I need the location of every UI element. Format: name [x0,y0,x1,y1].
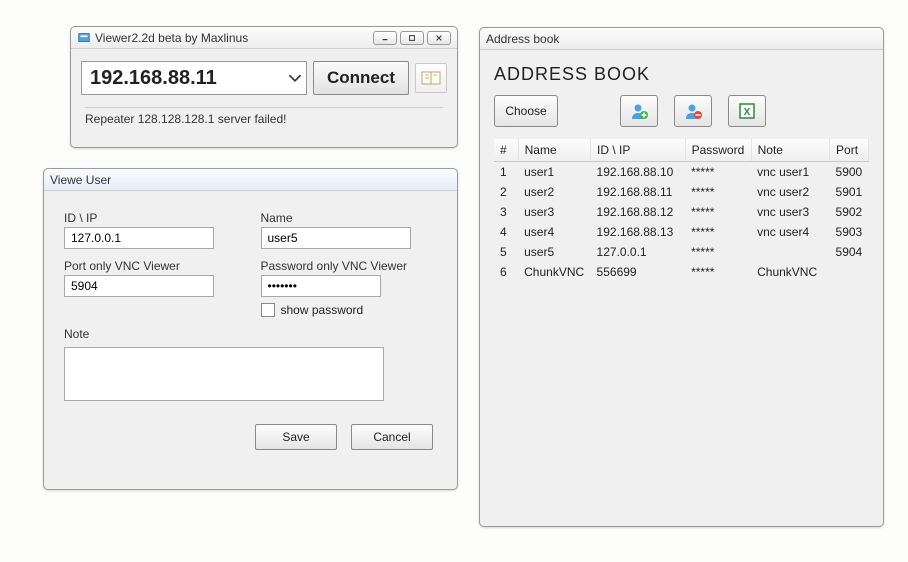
cell-name: user5 [518,242,590,262]
cell-port: 5900 [830,162,869,183]
close-button[interactable] [427,31,451,45]
address-book-heading: ADDRESS BOOK [494,64,869,85]
maximize-button[interactable] [400,31,424,45]
cell-note: vnc user4 [751,222,829,242]
cell-password: ***** [685,202,751,222]
col-header-port[interactable]: Port [830,139,869,162]
cell-name: user1 [518,162,590,183]
table-row[interactable]: 3user3192.168.88.12*****vnc user35902 [494,202,869,222]
table-row[interactable]: 4user4192.168.88.13*****vnc user45903 [494,222,869,242]
cell-n: 1 [494,162,518,183]
cell-name: user4 [518,222,590,242]
table-row[interactable]: 6ChunkVNC556699*****ChunkVNC [494,262,869,282]
remove-user-button[interactable] [674,95,712,127]
cell-password: ***** [685,222,751,242]
window-title: Viewe User [50,173,111,187]
svg-text:X: X [744,107,751,118]
viewer-main-window: Viewer2.2d beta by Maxlinus 192.168.88.1… [70,26,458,148]
edit-user-window: Viewe User ID \ IP Name Port only VNC Vi… [43,168,458,490]
add-user-button[interactable] [620,95,658,127]
cell-port: 5902 [830,202,869,222]
cell-idip: 127.0.0.1 [591,242,686,262]
cell-n: 2 [494,182,518,202]
cell-n: 5 [494,242,518,262]
choose-button[interactable]: Choose [494,95,558,127]
cell-password: ***** [685,182,751,202]
show-password-checkbox[interactable] [261,303,275,317]
cell-n: 3 [494,202,518,222]
cell-note: vnc user1 [751,162,829,183]
address-book-button[interactable] [415,63,447,93]
label-port: Port only VNC Viewer [64,259,241,273]
app-icon [77,31,91,45]
port-input[interactable] [64,275,214,297]
note-textarea[interactable] [64,347,384,401]
cell-port [830,262,869,282]
titlebar[interactable]: Viewe User [44,169,457,191]
table-row[interactable]: 2user2192.168.88.11*****vnc user25901 [494,182,869,202]
save-button[interactable]: Save [255,424,337,450]
cancel-button[interactable]: Cancel [351,424,433,450]
col-header-idip[interactable]: ID \ IP [591,139,686,162]
cell-port: 5901 [830,182,869,202]
label-name: Name [261,211,438,225]
address-value: 192.168.88.11 [90,67,217,90]
cell-idip: 192.168.88.11 [591,182,686,202]
cell-password: ***** [685,262,751,282]
col-header-note[interactable]: Note [751,139,829,162]
cell-name: ChunkVNC [518,262,590,282]
table-row[interactable]: 5user5127.0.0.1***** 5904 [494,242,869,262]
address-book-table: # Name ID \ IP Password Note Port 1user1… [494,139,869,282]
address-book-window: Address book ADDRESS BOOK Choose X # Nam… [479,27,884,527]
status-line: Repeater 128.128.128.1 server failed! [85,107,443,126]
col-header-password[interactable]: Password [685,139,751,162]
cell-name: user3 [518,202,590,222]
cell-note: ChunkVNC [751,262,829,282]
window-title: Viewer2.2d beta by Maxlinus [95,31,248,45]
cell-n: 6 [494,262,518,282]
cell-n: 4 [494,222,518,242]
label-show-password: show password [281,303,364,317]
table-row[interactable]: 1user1192.168.88.10*****vnc user15900 [494,162,869,183]
window-title: Address book [486,32,559,46]
label-password: Password only VNC Viewer [261,259,438,273]
chevron-down-icon[interactable] [288,69,302,87]
name-input[interactable] [261,227,411,249]
cell-port: 5903 [830,222,869,242]
titlebar[interactable]: Address book [480,28,883,50]
col-header-name[interactable]: Name [518,139,590,162]
label-id-ip: ID \ IP [64,211,241,225]
cell-port: 5904 [830,242,869,262]
cell-name: user2 [518,182,590,202]
cell-idip: 192.168.88.12 [591,202,686,222]
titlebar[interactable]: Viewer2.2d beta by Maxlinus [71,27,457,49]
cell-password: ***** [685,242,751,262]
cell-password: ***** [685,162,751,183]
id-ip-input[interactable] [64,227,214,249]
cell-note: vnc user3 [751,202,829,222]
export-excel-button[interactable]: X [728,95,766,127]
password-input[interactable] [261,275,381,297]
cell-note [751,242,829,262]
connect-button[interactable]: Connect [313,61,409,95]
cell-note: vnc user2 [751,182,829,202]
cell-idip: 556699 [591,262,686,282]
cell-idip: 192.168.88.13 [591,222,686,242]
minimize-button[interactable] [373,31,397,45]
col-header-n[interactable]: # [494,139,518,162]
address-combo[interactable]: 192.168.88.11 [81,61,307,95]
label-note: Note [64,327,437,341]
cell-idip: 192.168.88.10 [591,162,686,183]
